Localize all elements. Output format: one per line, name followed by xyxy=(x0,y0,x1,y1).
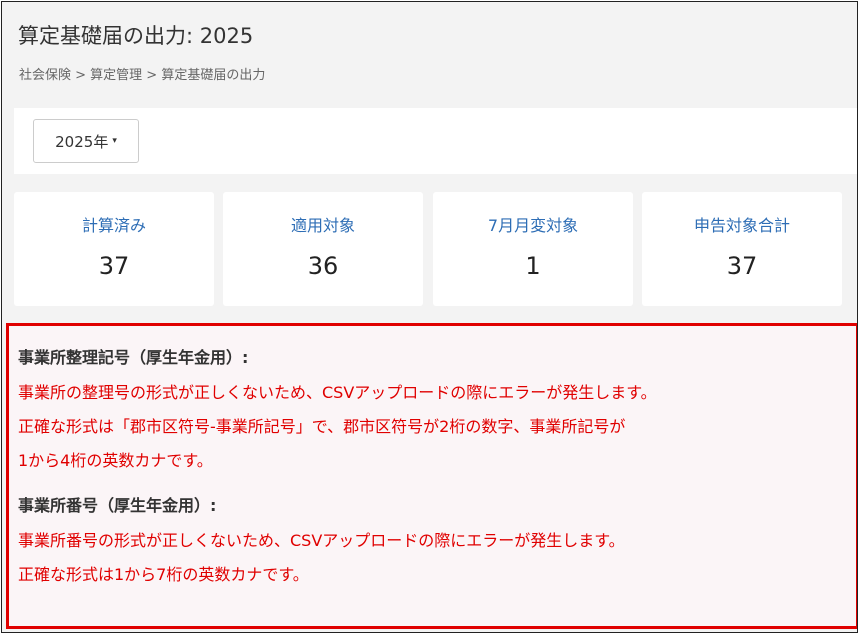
stat-value: 37 xyxy=(726,252,758,280)
office-number-error: 事業所番号（厚生年金用）: 事業所番号の形式が正しくないため、CSVアップロード… xyxy=(18,492,852,592)
page-title: 算定基礎届の出力: 2025 xyxy=(18,24,254,48)
app-frame: 算定基礎届の出力: 2025 社会保険 > 算定管理 > 算定基礎届の出力 20… xyxy=(1,1,858,633)
stat-card-applicable: 適用対象 36 xyxy=(223,192,423,306)
error-message-line: 事業所番号の形式が正しくないため、CSVアップロードの際にエラーが発生します。 xyxy=(18,531,625,550)
stat-label: 適用対象 xyxy=(290,216,355,235)
year-dropdown[interactable]: 2025年 ▾ xyxy=(33,119,139,163)
notice-heading: 事業所番号（厚生年金用）: xyxy=(18,496,217,515)
error-message-line: 事業所の整理号の形式が正しくないため、CSVアップロードの際にエラーが発生します… xyxy=(18,383,657,402)
stat-value: 1 xyxy=(525,252,541,280)
stat-card-july-change: 7月月変対象 1 xyxy=(433,192,633,306)
error-message-line: 正確な形式は1から7桁の英数カナです。 xyxy=(18,565,309,584)
office-symbol-error: 事業所整理記号（厚生年金用）: 事業所の整理号の形式が正しくないため、CSVアッ… xyxy=(18,344,852,478)
stat-card-declaration-total: 申告対象合計 37 xyxy=(642,192,842,306)
stat-label: 申告対象合計 xyxy=(693,216,790,235)
stat-label: 7月月変対象 xyxy=(487,216,579,235)
caret-down-icon: ▾ xyxy=(112,136,117,146)
stat-label: 計算済み xyxy=(81,216,146,235)
notice-heading: 事業所整理記号（厚生年金用）: xyxy=(18,348,249,367)
stat-card-calculated: 計算済み 37 xyxy=(14,192,214,306)
year-dropdown-label: 2025年 xyxy=(55,132,109,151)
error-message-line: 1から4桁の英数カナです。 xyxy=(18,451,213,470)
breadcrumb[interactable]: 社会保険 > 算定管理 > 算定基礎届の出力 xyxy=(19,64,265,83)
stat-value: 37 xyxy=(98,252,130,280)
validation-error-box: 事業所整理記号（厚生年金用）: 事業所の整理号の形式が正しくないため、CSVアッ… xyxy=(6,323,857,629)
error-message-line: 正確な形式は「郡市区符号-事業所記号」で、郡市区符号が2桁の数字、事業所記号が xyxy=(18,417,626,436)
stat-value: 36 xyxy=(307,252,339,280)
filter-bar: 2025年 ▾ xyxy=(14,108,857,174)
